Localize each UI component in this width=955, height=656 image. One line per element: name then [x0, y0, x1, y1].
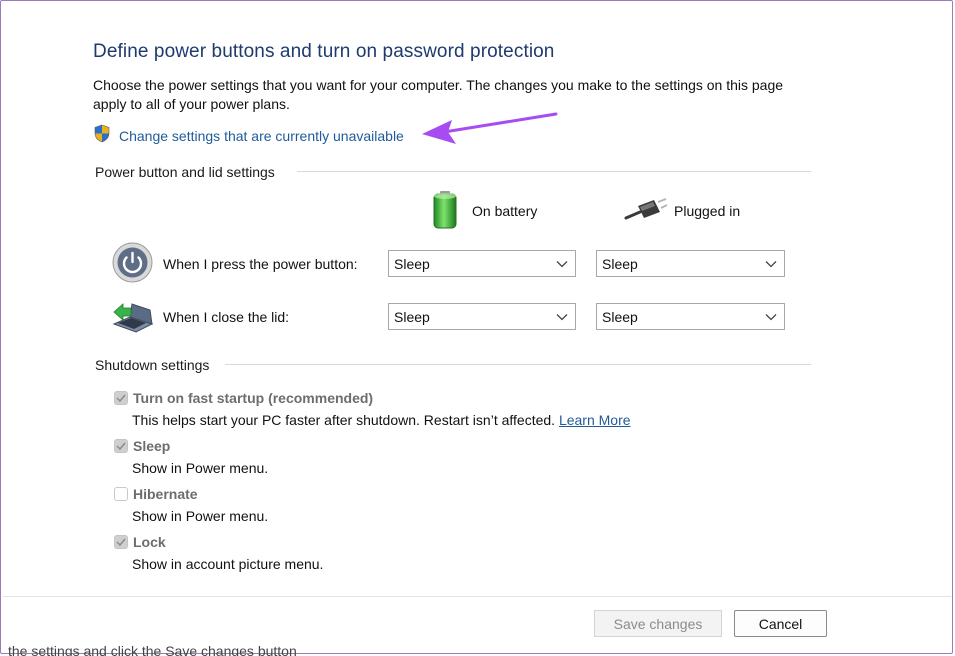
cropped-caption-text: the settings and click the Save changes … [8, 643, 297, 656]
chevron-down-icon [764, 310, 778, 324]
hibernate-label: Hibernate [133, 486, 198, 502]
fast-startup-checkbox[interactable] [114, 391, 128, 405]
battery-icon [429, 190, 461, 235]
power-section-divider [297, 171, 811, 172]
power-button-battery-value: Sleep [394, 255, 430, 272]
change-settings-row: Change settings that are currently unava… [93, 124, 404, 148]
lock-description: Show in account picture menu. [132, 556, 324, 572]
power-button-label: When I press the power button: [163, 256, 358, 272]
uac-shield-icon [93, 124, 111, 148]
hibernate-checkbox[interactable] [114, 487, 128, 501]
annotation-arrow-icon [422, 112, 558, 144]
shutdown-section-title: Shutdown settings [95, 357, 210, 373]
shutdown-section-divider [225, 364, 811, 365]
close-lid-battery-select[interactable]: Sleep [388, 303, 576, 330]
checkmark-icon [116, 442, 126, 450]
change-unavailable-settings-link[interactable]: Change settings that are currently unava… [119, 128, 404, 144]
power-button-battery-select[interactable]: Sleep [388, 250, 576, 277]
laptop-lid-icon [110, 298, 154, 339]
fast-startup-label: Turn on fast startup (recommended) [133, 390, 374, 406]
checkmark-icon [116, 538, 126, 546]
lock-checkbox[interactable] [114, 535, 128, 549]
power-button-plugged-select[interactable]: Sleep [596, 250, 785, 277]
power-section-title: Power button and lid settings [95, 164, 275, 180]
fast-startup-description: This helps start your PC faster after sh… [132, 412, 631, 428]
on-battery-header: On battery [472, 203, 538, 219]
sleep-description: Show in Power menu. [132, 460, 269, 476]
lock-label: Lock [133, 534, 166, 550]
page-description: Choose the power settings that you want … [93, 77, 784, 112]
close-lid-label: When I close the lid: [163, 309, 290, 325]
close-lid-battery-value: Sleep [394, 308, 430, 325]
checkmark-icon [116, 394, 126, 402]
cancel-button[interactable]: Cancel [734, 610, 827, 637]
plug-icon [624, 198, 668, 227]
page-title: Define power buttons and turn on passwor… [93, 41, 555, 62]
power-button-icon [112, 242, 153, 288]
close-lid-plugged-value: Sleep [602, 308, 638, 325]
learn-more-link[interactable]: Learn More [559, 412, 631, 428]
hibernate-description: Show in Power menu. [132, 508, 269, 524]
power-button-plugged-value: Sleep [602, 255, 638, 272]
sleep-label: Sleep [133, 438, 171, 454]
close-lid-plugged-select[interactable]: Sleep [596, 303, 785, 330]
chevron-down-icon [555, 310, 569, 324]
sleep-checkbox[interactable] [114, 439, 128, 453]
footer-divider [3, 596, 951, 597]
save-changes-button[interactable]: Save changes [594, 610, 722, 637]
chevron-down-icon [764, 257, 778, 271]
plugged-in-header: Plugged in [674, 203, 741, 219]
fast-startup-description-text: This helps start your PC faster after sh… [132, 412, 556, 428]
chevron-down-icon [555, 257, 569, 271]
